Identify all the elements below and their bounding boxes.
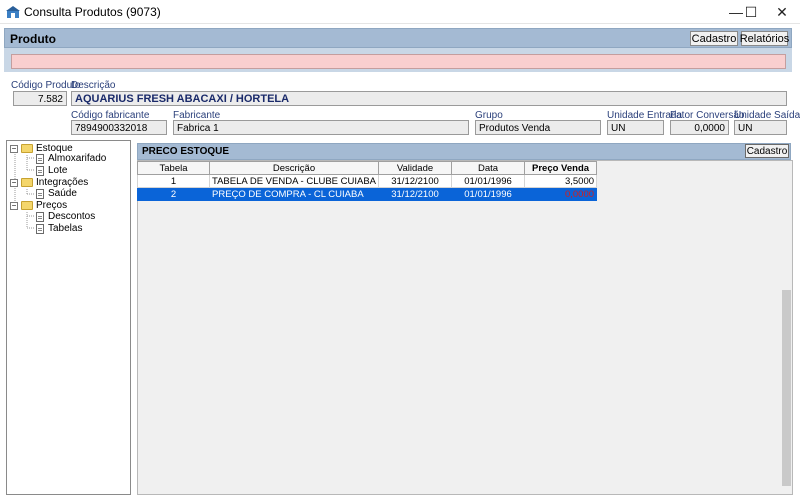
close-button[interactable]: ✕ [766,0,798,24]
cadastro-button[interactable]: Cadastro [690,31,738,46]
cell-data: 01/01/1996 [451,187,526,201]
tree-item-label: Saúde [48,188,77,199]
grupo-field[interactable]: Produtos Venda [475,120,601,135]
panel-header [137,143,791,160]
cell-validade: 31/12/2100 [378,187,453,201]
cell-tabela: 1 [137,174,210,188]
collapse-icon[interactable]: − [10,144,18,153]
cell-tabela: 2 [137,187,210,201]
document-icon [36,165,44,176]
tree-item-almoxarifado[interactable]: Almoxarifado [36,153,106,164]
window-title: Consulta Produtos (9073) [24,5,161,19]
tree-item-saude[interactable]: Saúde [36,188,77,199]
scrollbar-thumb[interactable] [782,290,791,486]
descricao-label: Descrição [71,80,116,91]
tree-item-precos[interactable]: − Preços [10,200,67,211]
price-table: Tabela Descrição Validade Data Preço Ven… [137,161,598,201]
document-icon [36,211,44,222]
cell-validade: 31/12/2100 [378,174,453,188]
maximize-button[interactable]: ☐ [735,0,767,24]
document-icon [36,153,44,164]
panel-cadastro-button[interactable]: Cadastro [745,144,789,158]
column-header-tabela[interactable]: Tabela [137,161,210,175]
folder-icon [21,144,33,153]
tree-item-label: Lote [48,165,68,176]
codigo-produto-field[interactable]: 7.582 [13,91,67,106]
panel-title: PRECO ESTOQUE [142,146,230,157]
tree-item-integracoes[interactable]: − Integrações [10,177,88,188]
collapse-icon[interactable]: − [10,201,18,210]
tree-item-label: Descontos [48,211,96,222]
unidade-entrada-field[interactable]: UN [607,120,664,135]
descricao-field[interactable]: AQUARIUS FRESH ABACAXI / HORTELA [71,91,787,106]
folder-icon [21,178,33,187]
column-header-validade[interactable]: Validade [378,161,453,175]
app-icon [6,6,20,18]
grid-area [137,160,793,495]
tree-item-label: Almoxarifado [48,153,107,164]
title-bar: Consulta Produtos (9073) — ☐ ✕ [0,0,800,24]
tree-item-tabelas[interactable]: Tabelas [36,223,82,234]
cell-descricao: PREÇO DE COMPRA - CL CUIABA [208,187,380,201]
tree-item-label: Tabelas [48,223,83,234]
column-header-descricao[interactable]: Descrição [208,161,380,175]
page-title: Produto [10,32,56,46]
relatorios-button[interactable]: Relatórios [740,31,789,46]
folder-icon [21,201,33,210]
tree-item-lote[interactable]: Lote [36,165,67,176]
header-band [4,28,792,48]
navigation-tree: − Estoque Almoxarifado Lote − Integraçõe… [6,140,131,495]
cell-descricao: TABELA DE VENDA - CLUBE CUIABA [208,174,380,188]
fabricante-field[interactable]: Fabrica 1 [173,120,469,135]
document-icon [36,223,44,234]
column-header-data[interactable]: Data [451,161,526,175]
document-icon [36,188,44,199]
cell-preco-venda: 0,0000 [524,187,598,201]
tree-item-label: Integrações [36,177,89,188]
table-row-selected[interactable]: 2 PREÇO DE COMPRA - CL CUIABA 31/12/2100… [137,187,598,201]
collapse-icon[interactable]: − [10,178,18,187]
cell-preco-venda: 3,5000 [524,174,598,188]
codigo-fabricante-field[interactable]: 7894900332018 [71,120,167,135]
search-input[interactable] [11,54,786,69]
column-header-preco-venda[interactable]: Preço Venda [524,161,598,175]
unidade-saida-field[interactable]: UN [734,120,787,135]
cell-data: 01/01/1996 [451,174,526,188]
tree-item-label: Preços [36,200,68,211]
table-row[interactable]: 1 TABELA DE VENDA - CLUBE CUIABA 31/12/2… [137,174,598,188]
tree-item-descontos[interactable]: Descontos [36,211,95,222]
fator-conversao-field[interactable]: 0,0000 [670,120,729,135]
table-header-row: Tabela Descrição Validade Data Preço Ven… [137,161,598,175]
